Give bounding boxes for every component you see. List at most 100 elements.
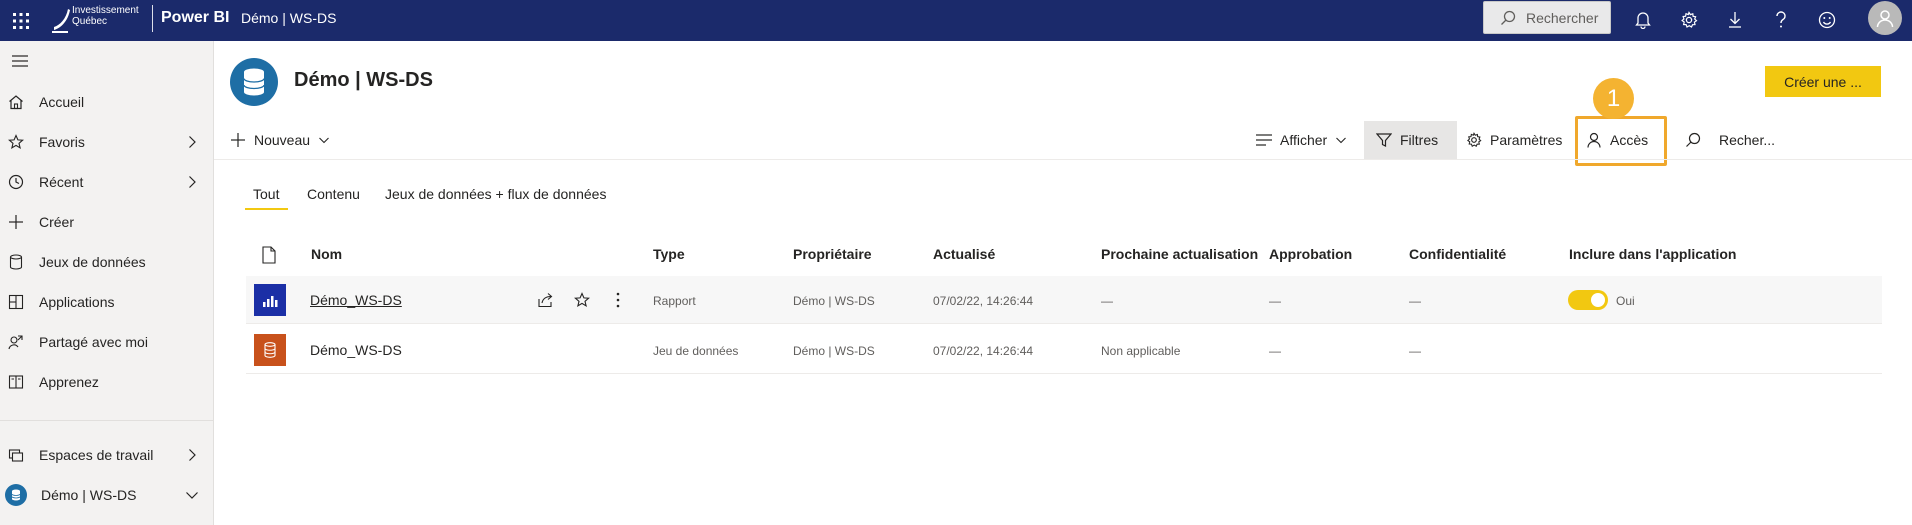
workspace-db-icon (5, 484, 27, 506)
col-header-name[interactable]: Nom (311, 246, 342, 262)
col-header-sensitivity[interactable]: Confidentialité (1409, 246, 1506, 262)
avatar-icon[interactable] (1868, 1, 1902, 35)
chevron-right-icon[interactable] (185, 448, 199, 462)
nav-divider (0, 420, 213, 421)
command-bar-divider (214, 159, 1912, 160)
download-icon[interactable] (1720, 5, 1750, 35)
apps-icon (7, 293, 25, 311)
top-bar: Investissement Québec Power BI Démo | WS… (0, 0, 1912, 41)
gear-icon[interactable] (1674, 5, 1704, 35)
view-button[interactable]: Afficher (1256, 120, 1347, 160)
org-name-line1: Investissement (72, 5, 139, 16)
table-row[interactable]: Démo_WS-DS Rapport Démo | WS-DS 07/02/22… (246, 276, 1882, 324)
product-name[interactable]: Power BI (161, 9, 229, 27)
file-type-icon (262, 246, 276, 264)
list-search[interactable]: Recher... (1685, 120, 1775, 160)
breadcrumb[interactable]: Démo | WS-DS (241, 10, 336, 26)
filters-button-label: Filtres (1400, 132, 1439, 148)
nav-label: Démo | WS-DS (41, 487, 137, 503)
nav-item-jeux-de-donnees[interactable]: Jeux de données (0, 244, 213, 280)
search-icon (1500, 10, 1516, 26)
nav-item-accueil[interactable]: Accueil (0, 84, 213, 120)
global-search-label: Rechercher (1526, 9, 1599, 26)
settings-button-label: Paramètres (1490, 132, 1563, 148)
nav-item-applications[interactable]: Applications (0, 284, 213, 320)
col-header-owner[interactable]: Propriétaire (793, 246, 872, 262)
nav-item-recent[interactable]: Récent (0, 164, 213, 200)
chevron-down-icon[interactable] (185, 488, 199, 502)
col-header-endorsement[interactable]: Approbation (1269, 246, 1352, 262)
item-next-refresh: — (1101, 294, 1113, 308)
left-nav: Accueil Favoris Récent Créer Jeux de don… (0, 41, 214, 525)
nav-label: Apprenez (39, 374, 99, 390)
star-icon (7, 133, 25, 151)
table-row[interactable]: Démo_WS-DS Jeu de données Démo | WS-DS 0… (246, 326, 1882, 374)
item-endorsement: — (1269, 344, 1281, 358)
database-icon (7, 253, 25, 271)
chevron-right-icon[interactable] (185, 135, 199, 149)
global-search[interactable]: Rechercher (1483, 1, 1611, 34)
create-button[interactable]: Créer une ... (1765, 66, 1881, 97)
share-icon[interactable] (535, 289, 557, 311)
help-icon[interactable] (1766, 5, 1796, 35)
home-icon (7, 93, 25, 111)
chevron-right-icon[interactable] (185, 175, 199, 189)
gear-icon (1466, 132, 1482, 148)
nav-item-espaces-de-travail[interactable]: Espaces de travail (0, 437, 213, 473)
more-options-icon[interactable] (607, 289, 629, 311)
new-button-label: Nouveau (254, 132, 311, 148)
new-button[interactable]: Nouveau (230, 120, 330, 160)
item-sensitivity: — (1409, 294, 1421, 308)
filter-icon (1376, 132, 1392, 148)
col-header-type[interactable]: Type (653, 246, 685, 262)
nav-item-creer[interactable]: Créer (0, 204, 213, 240)
topbar-divider (152, 5, 153, 32)
nav-label: Créer (39, 214, 75, 230)
search-icon (1685, 132, 1701, 148)
nav-item-partage[interactable]: Partagé avec moi (0, 324, 213, 360)
item-owner: Démo | WS-DS (793, 294, 875, 308)
item-next-refresh: Non applicable (1101, 344, 1181, 358)
nav-item-apprenez[interactable]: Apprenez (0, 364, 213, 400)
smiley-icon[interactable] (1812, 5, 1842, 35)
list-search-placeholder: Recher... (1719, 132, 1776, 148)
item-owner: Démo | WS-DS (793, 344, 875, 358)
nav-label: Accueil (39, 94, 85, 110)
hamburger-icon[interactable] (8, 49, 32, 73)
item-type: Rapport (653, 294, 696, 308)
include-in-app-label: Oui (1616, 294, 1635, 308)
report-icon (254, 284, 286, 316)
share-person-icon (7, 333, 25, 351)
access-button[interactable]: Accès (1586, 120, 1648, 160)
person-icon (1586, 132, 1602, 148)
workspace-icon (230, 58, 278, 106)
tab-contenu[interactable]: Contenu (307, 186, 360, 202)
col-header-refreshed[interactable]: Actualisé (933, 246, 995, 262)
settings-button[interactable]: Paramètres (1466, 120, 1562, 160)
org-name: Investissement Québec (72, 5, 139, 27)
chevron-down-icon (318, 134, 330, 146)
item-name[interactable]: Démo_WS-DS (310, 342, 402, 358)
item-sensitivity: — (1409, 344, 1421, 358)
waffle-icon[interactable] (6, 6, 36, 36)
star-icon[interactable] (571, 289, 593, 311)
item-name-link[interactable]: Démo_WS-DS (310, 292, 402, 308)
nav-item-current-workspace[interactable]: Démo | WS-DS (0, 477, 213, 513)
callout-badge: 1 (1593, 78, 1634, 119)
item-endorsement: — (1269, 294, 1281, 308)
plus-icon (230, 132, 246, 148)
nav-label: Espaces de travail (39, 447, 154, 463)
filters-button[interactable]: Filtres (1376, 120, 1438, 160)
dataset-icon (254, 334, 286, 366)
org-name-line2: Québec (72, 16, 108, 27)
nav-label: Jeux de données (39, 254, 146, 270)
tab-jeux-de-donnees[interactable]: Jeux de données + flux de données (385, 186, 606, 202)
include-in-app-toggle[interactable] (1568, 290, 1608, 310)
nav-label: Applications (39, 294, 115, 310)
col-header-include-in-app[interactable]: Inclure dans l'application (1569, 246, 1736, 262)
nav-item-favoris[interactable]: Favoris (0, 124, 213, 160)
bell-icon[interactable] (1628, 5, 1658, 35)
col-header-next-refresh[interactable]: Prochaine actualisation (1101, 246, 1258, 262)
tab-tout[interactable]: Tout (253, 186, 279, 202)
book-icon (7, 373, 25, 391)
